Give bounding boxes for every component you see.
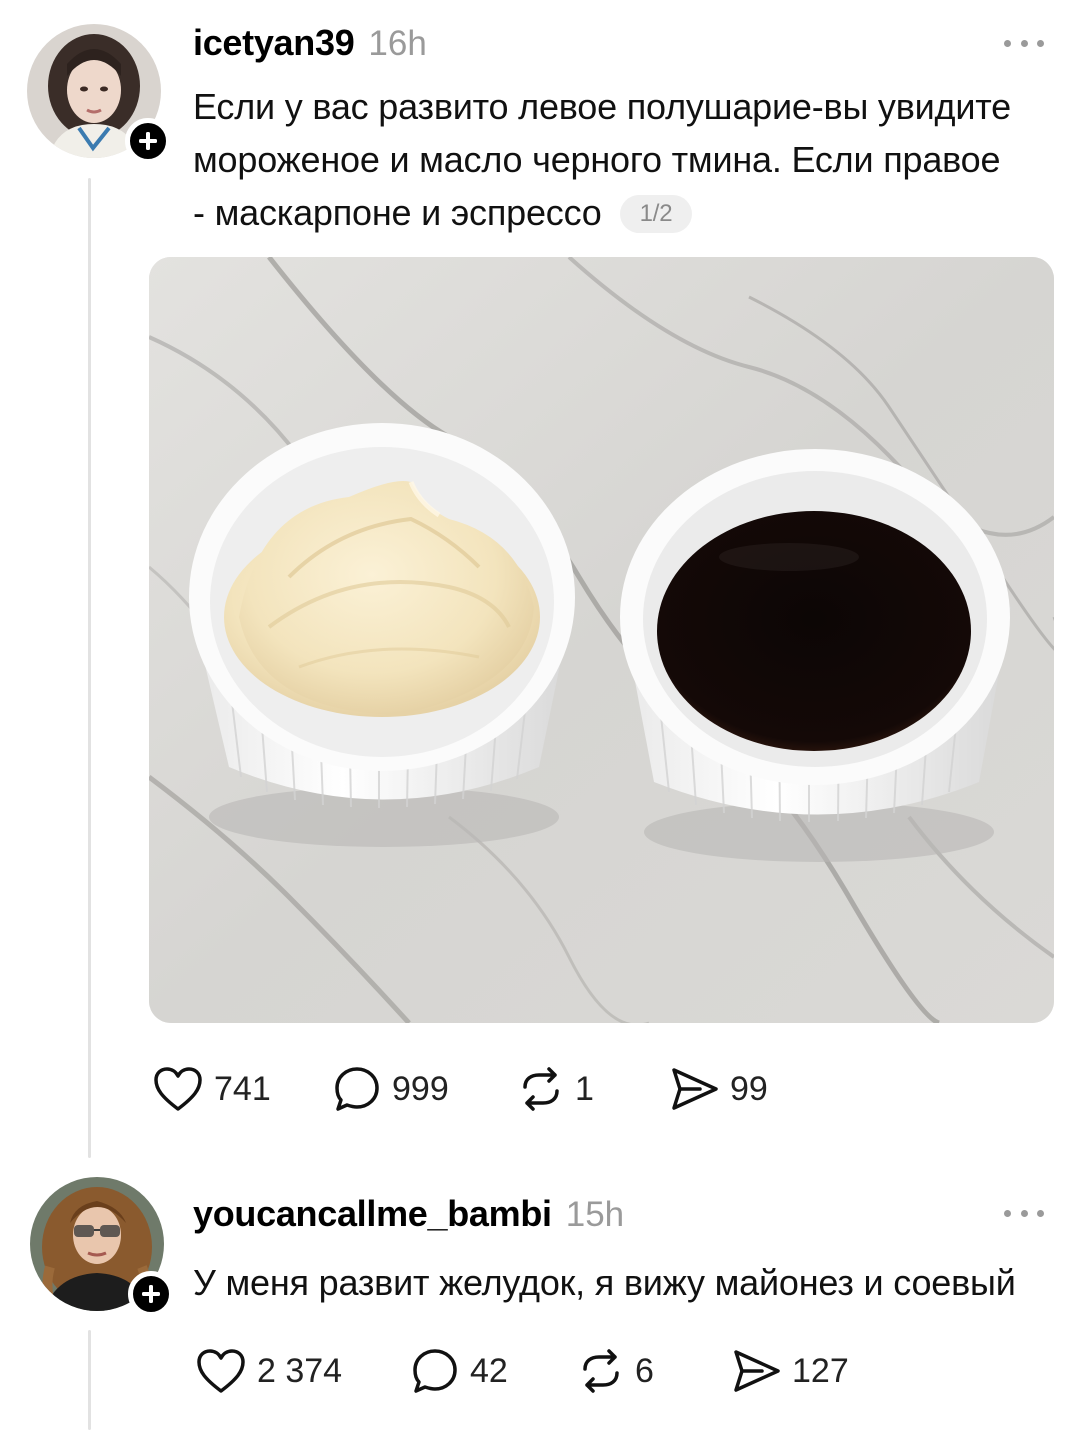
repost-count: 6 [635, 1351, 654, 1390]
share-count: 127 [792, 1351, 849, 1390]
post-image[interactable] [149, 257, 1054, 1023]
repost-icon [517, 1065, 565, 1113]
more-icon [1004, 1209, 1011, 1217]
comment-count: 999 [392, 1069, 449, 1108]
more-options-button[interactable] [1004, 33, 1044, 53]
more-options-button[interactable] [1004, 1203, 1044, 1223]
post-header: youcancallme_bambi 15h [193, 1193, 624, 1235]
share-count: 99 [730, 1069, 768, 1108]
repost-button[interactable]: 6 [577, 1347, 732, 1395]
like-count: 741 [214, 1069, 271, 1108]
post-header: icetyan39 16h [193, 22, 427, 64]
username[interactable]: icetyan39 [193, 22, 355, 64]
heart-icon [195, 1347, 247, 1395]
post-actions: 2 374 42 6 127 [195, 1346, 849, 1396]
comment-button[interactable]: 42 [410, 1346, 577, 1396]
post-text: Если у вас развито левое полушарие-вы ув… [193, 80, 1063, 239]
like-button[interactable]: 741 [152, 1065, 332, 1113]
post-text-line: У меня развит желудок, я вижу майонез и … [193, 1262, 1016, 1303]
comment-icon [410, 1346, 460, 1396]
timestamp: 15h [565, 1195, 625, 1234]
follow-button[interactable] [128, 1271, 174, 1317]
username[interactable]: youcancallme_bambi [193, 1193, 552, 1235]
comment-count: 42 [470, 1351, 508, 1390]
repost-icon [577, 1347, 625, 1395]
post-1-avatar-container[interactable] [27, 24, 171, 164]
heart-icon [152, 1065, 204, 1113]
timestamp: 16h [368, 24, 427, 63]
post-text: У меня развит желудок, я вижу майонез и … [193, 1256, 1063, 1309]
thread-line [88, 178, 91, 1158]
share-button[interactable]: 127 [732, 1348, 849, 1394]
more-icon [1004, 39, 1011, 47]
follow-button[interactable] [125, 118, 171, 164]
thread-line [88, 1330, 91, 1430]
comment-icon [332, 1064, 382, 1114]
post-2-avatar-container[interactable] [30, 1177, 174, 1317]
plus-icon [140, 1283, 162, 1305]
plus-icon [137, 130, 159, 152]
share-button[interactable]: 99 [670, 1066, 768, 1112]
repost-button[interactable]: 1 [517, 1065, 670, 1113]
post-text-line: - маскарпоне и эспрессо 1/2 [193, 186, 1063, 239]
post-actions: 741 999 1 99 [152, 1064, 768, 1114]
comment-button[interactable]: 999 [332, 1064, 517, 1114]
media-counter-badge: 1/2 [619, 195, 693, 233]
post-text-line: мороженое и масло черного тмина. Если пр… [193, 139, 1001, 180]
share-icon [732, 1348, 782, 1394]
post-text-line: Если у вас развито левое полушарие-вы ув… [193, 86, 1011, 127]
like-count: 2 374 [257, 1351, 343, 1390]
share-icon [670, 1066, 720, 1112]
repost-count: 1 [575, 1069, 594, 1108]
like-button[interactable]: 2 374 [195, 1347, 410, 1395]
